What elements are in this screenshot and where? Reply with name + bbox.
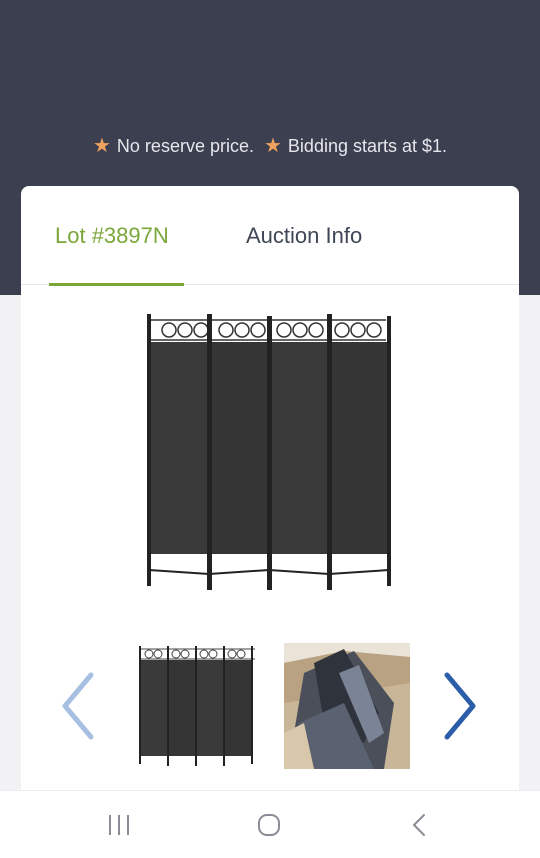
lot-card: Lot #3897N Auction Info: [21, 186, 519, 806]
system-navigation-bar: [0, 790, 540, 858]
star-icon: ★: [263, 135, 282, 157]
chevron-right-icon[interactable]: [439, 671, 479, 741]
thumbnail-boxed-item[interactable]: [284, 643, 410, 769]
promo-line: ★ No reserve price. ★ Bidding starts at $1.: [0, 133, 540, 158]
thumbnail-carousel: [21, 641, 519, 771]
recent-apps-icon[interactable]: [103, 811, 135, 839]
active-tab-indicator: [49, 283, 184, 286]
star-icon: ★: [92, 135, 111, 157]
tab-auction-info[interactable]: Auction Info: [246, 223, 362, 249]
main-product-image[interactable]: [141, 312, 391, 592]
tab-bar: Lot #3897N Auction Info: [21, 186, 519, 286]
bidding-start-text: Bidding starts at $1.: [287, 136, 448, 156]
thumbnail-room-divider[interactable]: [133, 643, 259, 769]
tab-lot[interactable]: Lot #3897N: [55, 223, 169, 249]
no-reserve-text: No reserve price.: [116, 136, 254, 156]
back-icon[interactable]: [404, 811, 436, 839]
chevron-left-icon[interactable]: [59, 671, 99, 741]
home-icon[interactable]: [253, 811, 285, 839]
